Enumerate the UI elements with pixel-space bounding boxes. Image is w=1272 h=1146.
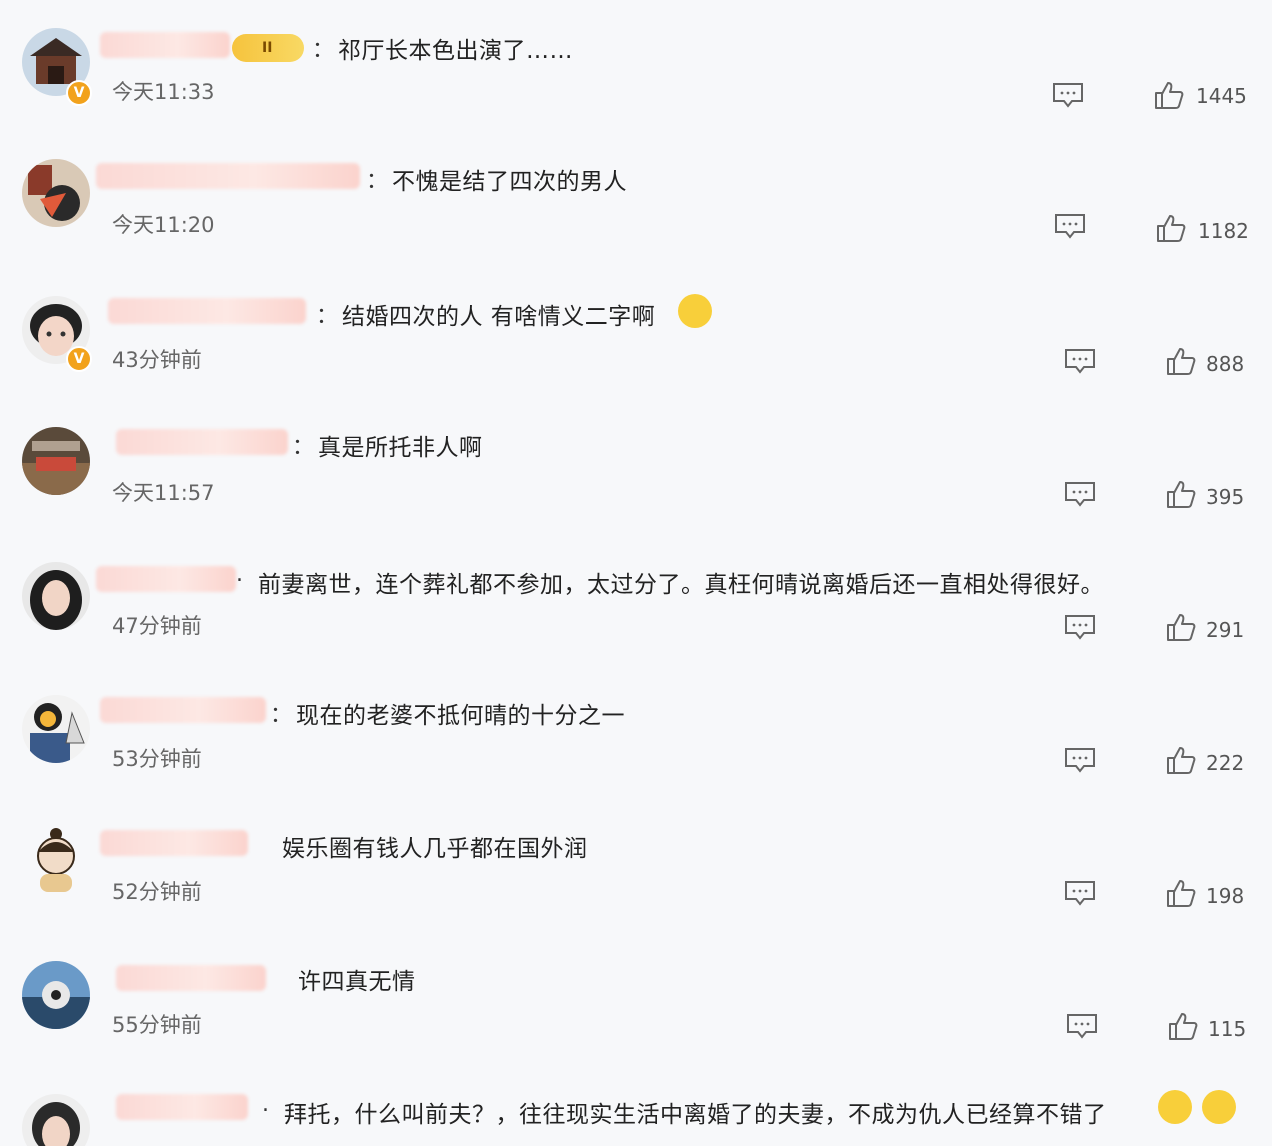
comment-item: V ： 结婚四次的人 有啥情义二字啊 43分钟前 888 — [0, 266, 1272, 399]
colon: ： — [366, 169, 389, 194]
colon: ： — [312, 38, 335, 63]
thumbs-up-icon[interactable] — [1166, 878, 1196, 908]
comment-icon[interactable] — [1066, 1013, 1098, 1039]
like-count: 115 — [1208, 1017, 1247, 1041]
comment-text: 娱乐圈有钱人几乎都在国外润 — [282, 836, 588, 862]
comment-icon[interactable] — [1064, 348, 1096, 374]
thumbs-up-icon[interactable] — [1166, 479, 1196, 509]
thumbs-up-icon[interactable] — [1168, 1011, 1198, 1041]
comment-item: . 前妻离世，连个葬礼都不参加，太过分了。真枉何晴说离婚后还一直相处得很好。 4… — [0, 532, 1272, 665]
username-blurred[interactable] — [100, 697, 266, 723]
level-badge: II — [232, 34, 304, 62]
thumbs-up-icon[interactable] — [1156, 213, 1186, 243]
comment-time: 43分钟前 — [112, 348, 202, 372]
colon: ： — [316, 304, 339, 329]
like-count: 1182 — [1198, 219, 1249, 243]
comment-icon[interactable] — [1054, 213, 1086, 239]
colon: ： — [270, 703, 293, 728]
like-count: 291 — [1206, 618, 1245, 642]
comment-text: 结婚四次的人 有啥情义二字啊 — [342, 304, 656, 330]
avatar[interactable] — [22, 695, 90, 763]
colon: . — [236, 562, 243, 587]
avatar[interactable] — [22, 826, 90, 894]
username-blurred[interactable] — [116, 429, 288, 455]
username-blurred[interactable] — [108, 298, 306, 324]
username-blurred[interactable] — [96, 163, 360, 189]
username-blurred[interactable] — [116, 1094, 248, 1120]
comment-time: 今天11:20 — [112, 213, 215, 237]
username-blurred[interactable] — [100, 830, 248, 856]
comment-item: ： 现在的老婆不抵何晴的十分之一 53分钟前 222 — [0, 665, 1272, 798]
like-count: 1445 — [1196, 84, 1247, 108]
dog-emoji-icon — [1158, 1090, 1192, 1124]
like-count: 395 — [1206, 485, 1245, 509]
verified-badge-icon: V — [66, 346, 92, 372]
thumbs-up-icon[interactable] — [1166, 612, 1196, 642]
username-blurred[interactable] — [96, 566, 236, 592]
thumbs-up-icon[interactable] — [1166, 745, 1196, 775]
avatar[interactable] — [22, 427, 90, 495]
avatar[interactable] — [22, 1094, 90, 1146]
comment-item: 许四真无情 55分钟前 115 — [0, 931, 1272, 1064]
avatar[interactable] — [22, 961, 90, 1029]
comment-icon[interactable] — [1064, 880, 1096, 906]
comment-icon[interactable] — [1064, 481, 1096, 507]
comment-text: 祁厅长本色出演了…… — [338, 38, 573, 64]
avatar[interactable] — [22, 562, 90, 630]
comment-time: 52分钟前 — [112, 880, 202, 904]
comment-time: 今天11:57 — [112, 481, 215, 505]
colon: . — [262, 1092, 269, 1117]
comment-text: 前妻离世，连个葬礼都不参加，太过分了。真枉何晴说离婚后还一直相处得很好。 — [258, 572, 1104, 598]
thumbs-up-icon[interactable] — [1166, 346, 1196, 376]
thumbs-up-icon[interactable] — [1154, 80, 1184, 110]
comment-text: 真是所托非人啊 — [318, 435, 483, 461]
comment-text: 现在的老婆不抵何晴的十分之一 — [296, 703, 625, 729]
comment-icon[interactable] — [1052, 82, 1084, 108]
comment-item: 娱乐圈有钱人几乎都在国外润 52分钟前 198 — [0, 798, 1272, 931]
comment-item: ： 不愧是结了四次的男人 今天11:20 1182 — [0, 133, 1272, 266]
avatar[interactable] — [22, 159, 90, 227]
verified-badge-icon: V — [66, 80, 92, 106]
comment-text: 拜托，什么叫前夫？，往往现实生活中离婚了的夫妻，不成为仇人已经算不错了 — [284, 1102, 1107, 1128]
sweat-smile-emoji-icon — [678, 294, 712, 328]
comment-text: 不愧是结了四次的男人 — [392, 169, 627, 195]
dog-emoji-icon — [1202, 1090, 1236, 1124]
comment-item: ： 真是所托非人啊 今天11:57 395 — [0, 399, 1272, 532]
colon: ： — [292, 435, 315, 460]
comment-icon[interactable] — [1064, 747, 1096, 773]
username-blurred[interactable] — [100, 32, 230, 58]
like-count: 198 — [1206, 884, 1245, 908]
comment-item: V II ： 祁厅长本色出演了…… 今天11:33 1445 — [0, 0, 1272, 133]
comment-time: 55分钟前 — [112, 1013, 202, 1037]
username-blurred[interactable] — [116, 965, 266, 991]
like-count: 888 — [1206, 352, 1245, 376]
comment-time: 47分钟前 — [112, 614, 202, 638]
comment-time: 53分钟前 — [112, 747, 202, 771]
like-count: 222 — [1206, 751, 1245, 775]
comment-icon[interactable] — [1064, 614, 1096, 640]
comment-time: 今天11:33 — [112, 80, 215, 104]
comment-text: 许四真无情 — [298, 969, 416, 995]
comment-item: . 拜托，什么叫前夫？，往往现实生活中离婚了的夫妻，不成为仇人已经算不错了 — [0, 1064, 1272, 1146]
